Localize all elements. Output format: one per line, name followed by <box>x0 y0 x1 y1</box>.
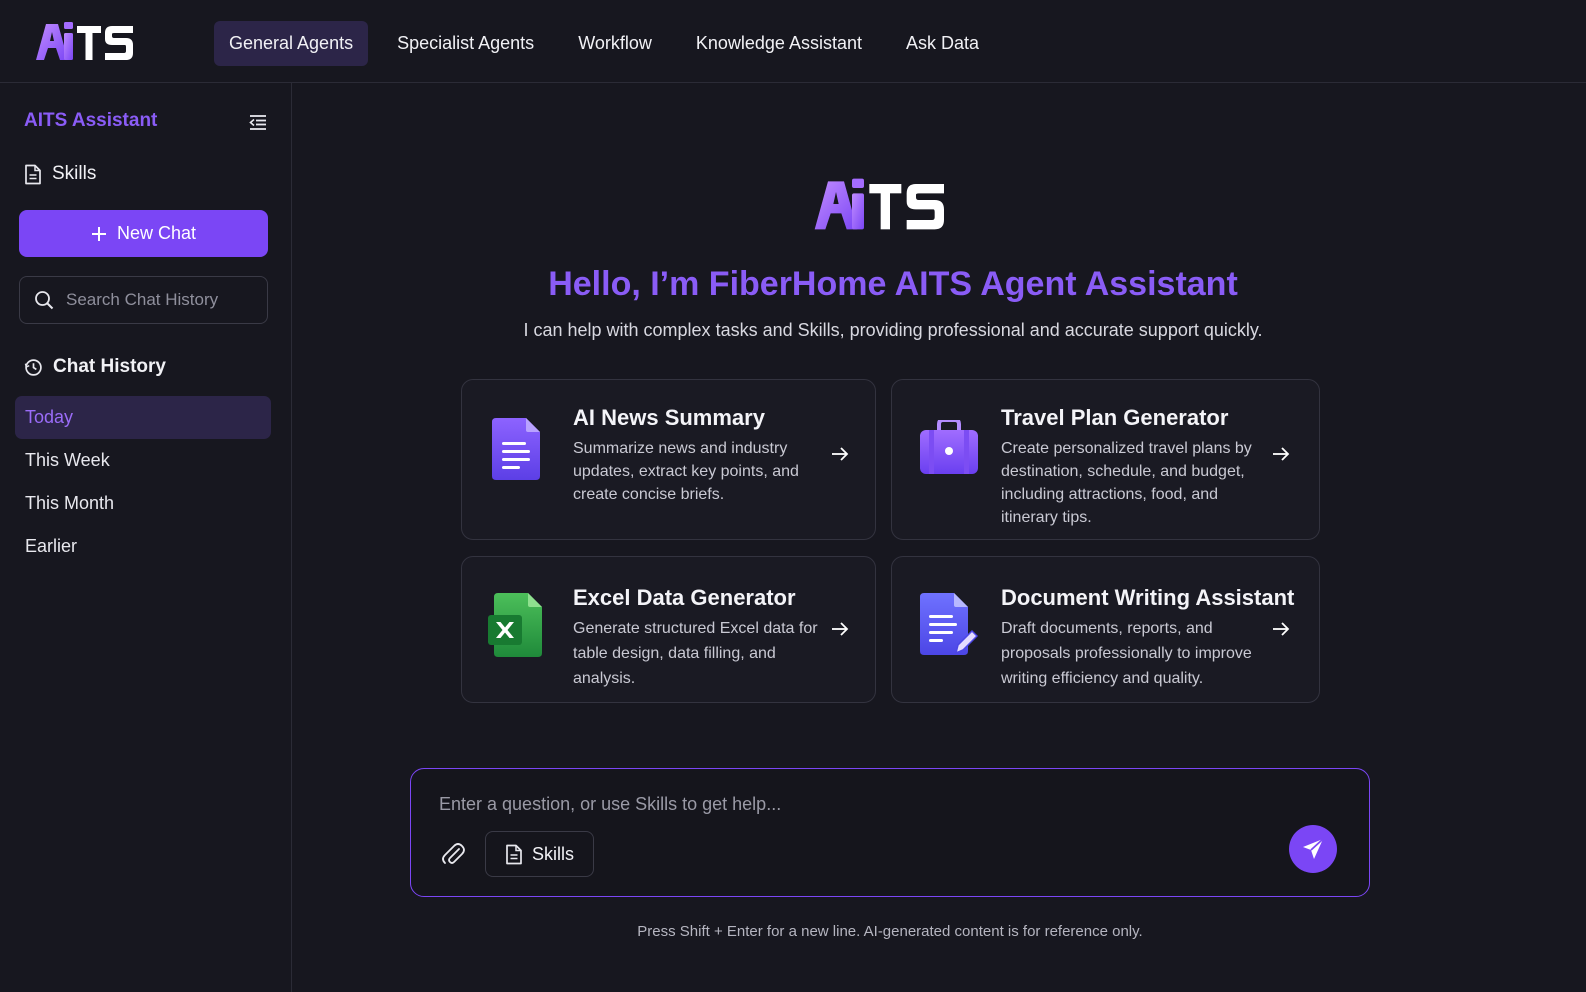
card-description-line: analysis. <box>573 670 636 687</box>
sidebar-skills-label: Skills <box>52 163 97 184</box>
hero-title: Hello, I’m FiberHome AITS Agent Assistan… <box>548 265 1238 303</box>
aits-logo-icon <box>36 22 133 60</box>
main-content: Hello, I’m FiberHome AITS Agent Assistan… <box>293 83 1586 992</box>
arrow-right-icon <box>832 447 849 461</box>
search-history-input[interactable] <box>66 290 246 310</box>
brand-logo[interactable] <box>34 20 136 62</box>
hero-subtitle: I can help with complex tasks and Skills… <box>523 320 1263 340</box>
tab-specialist-agents[interactable]: Specialist Agents <box>382 21 549 66</box>
arrow-right-icon <box>832 622 849 636</box>
paperclip-icon[interactable] <box>441 841 467 867</box>
card-description-line: Summarize news and industry <box>573 440 788 457</box>
tab-general-agents[interactable]: General Agents <box>214 21 369 66</box>
document-edit-icon <box>920 593 978 655</box>
arrow-right-icon <box>1273 447 1290 461</box>
card-description-line: Draft documents, reports, and <box>1001 620 1213 637</box>
tab-ask-data[interactable]: Ask Data <box>891 21 994 66</box>
message-composer: Skills <box>410 768 1370 897</box>
message-input[interactable] <box>439 791 1299 817</box>
new-chat-label: New Chat <box>116 223 197 243</box>
send-button[interactable] <box>1289 825 1337 873</box>
history-item-earlier[interactable]: Earlier <box>15 525 271 568</box>
tab-knowledge-assistant[interactable]: Knowledge Assistant <box>681 21 877 66</box>
hero-logo <box>812 175 948 238</box>
card-description: Draft documents, reports, and proposals … <box>1001 616 1252 691</box>
card-description: Summarize news and industry updates, ext… <box>573 437 799 506</box>
card-description-line: table design, data filling, and <box>573 645 776 662</box>
card-title: Travel Plan Generator <box>1001 405 1229 430</box>
card-description-line: proposals professionally to improve <box>1001 645 1252 662</box>
card-description-line: create concise briefs. <box>573 486 725 503</box>
card-travel-plan-generator[interactable]: Travel Plan Generator Create personalize… <box>891 379 1320 540</box>
card-description-line: writing efficiency and quality. <box>1001 670 1204 687</box>
card-description-line: itinerary tips. <box>1001 509 1092 526</box>
chat-history-header: Chat History <box>24 356 166 378</box>
sidebar: AITS Assistant Skills New Chat Search Ch… <box>0 83 292 992</box>
search-history-box <box>19 276 268 324</box>
card-description: Create personalized travel plans by dest… <box>1001 437 1252 529</box>
card-description: Generate structured Excel data for table… <box>573 616 818 691</box>
card-description-line: destination, schedule, and budget, <box>1001 463 1245 480</box>
composer-footnote: Press Shift + Enter for a new line. AI-g… <box>637 923 1143 940</box>
card-excel-data-generator[interactable]: Excel Data Generator Generate structured… <box>461 556 876 703</box>
card-description-line: Create personalized travel plans by <box>1001 440 1252 457</box>
collapse-sidebar-icon[interactable] <box>248 113 268 131</box>
document-icon <box>506 844 522 864</box>
aits-logo-icon <box>814 178 944 230</box>
new-chat-button[interactable]: New Chat <box>19 210 268 257</box>
card-title: Excel Data Generator <box>573 585 796 610</box>
chat-history-list: Today This Week This Month Earlier <box>15 396 271 568</box>
card-document-writing-assistant[interactable]: Document Writing Assistant Draft documen… <box>891 556 1320 703</box>
card-description-line: updates, extract key points, and <box>573 463 799 480</box>
plus-icon <box>91 226 106 241</box>
history-item-today[interactable]: Today <box>15 396 271 439</box>
card-title: Document Writing Assistant <box>1001 585 1295 610</box>
sidebar-title: AITS Assistant <box>24 110 158 131</box>
arrow-right-icon <box>1273 622 1290 636</box>
chat-history-title: Chat History <box>53 356 166 377</box>
main-nav: General Agents Specialist Agents Workflo… <box>214 21 994 66</box>
card-ai-news-summary[interactable]: AI News Summary Summarize news and indus… <box>461 379 876 540</box>
history-clock-icon <box>24 358 42 376</box>
document-icon <box>25 164 41 184</box>
card-title: AI News Summary <box>573 405 765 430</box>
sidebar-skills-link[interactable]: Skills <box>24 163 96 185</box>
paper-plane-icon <box>1303 838 1324 859</box>
card-description-line: including attractions, food, and <box>1001 486 1219 503</box>
search-icon <box>35 291 54 310</box>
tab-workflow[interactable]: Workflow <box>563 21 667 66</box>
history-item-this-month[interactable]: This Month <box>15 482 271 525</box>
document-icon <box>492 418 540 480</box>
card-description-line: Generate structured Excel data for <box>573 620 818 637</box>
top-navigation-bar: General Agents Specialist Agents Workflo… <box>0 0 1586 83</box>
suitcase-icon <box>920 420 978 474</box>
skills-button-label: Skills <box>531 843 574 864</box>
skills-button[interactable]: Skills <box>485 831 594 877</box>
history-item-this-week[interactable]: This Week <box>15 439 271 482</box>
excel-icon <box>488 593 542 657</box>
